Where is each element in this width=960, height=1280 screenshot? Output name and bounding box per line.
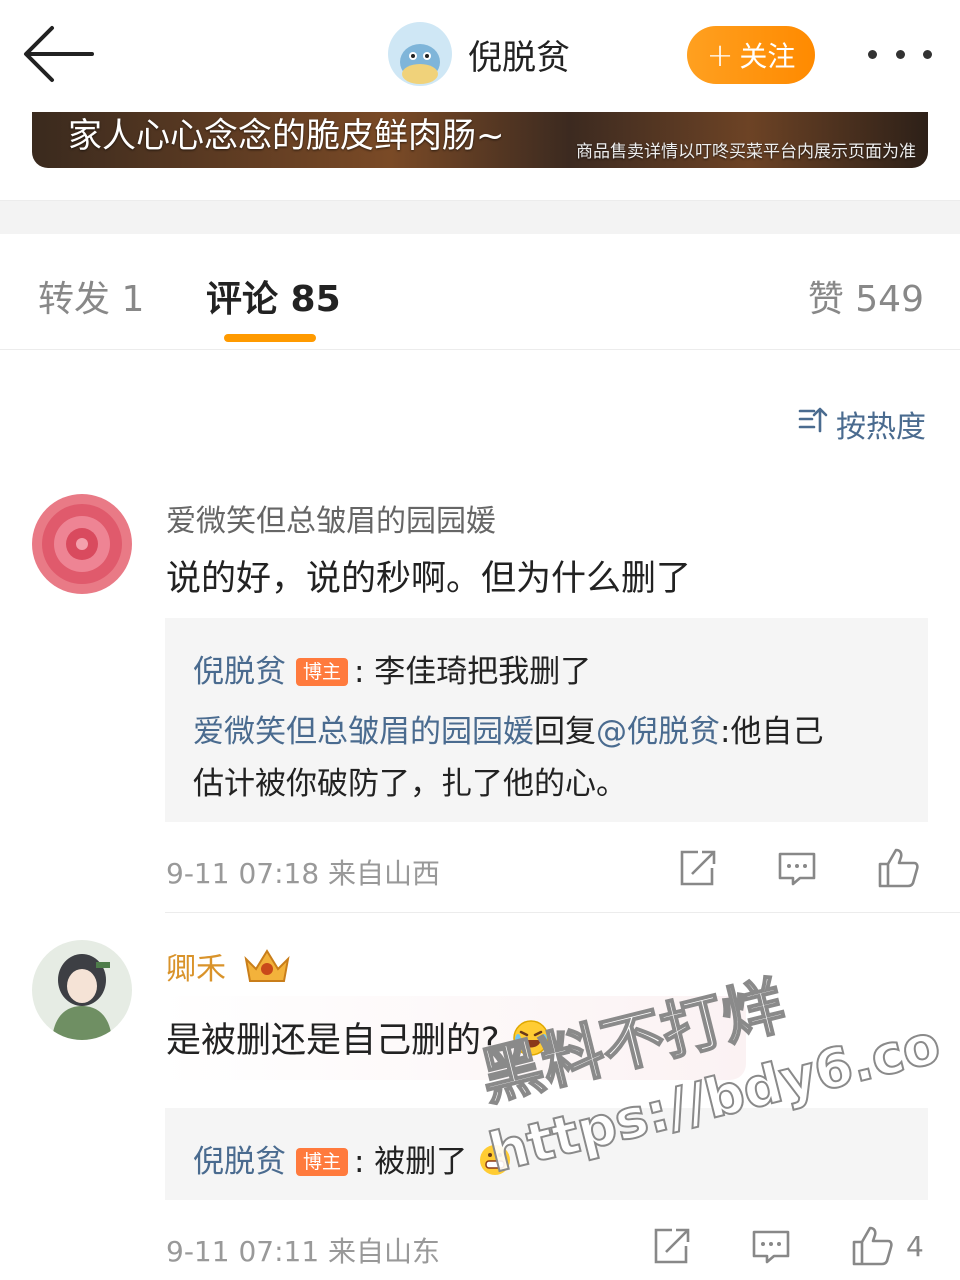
comment-icon[interactable] [750, 1226, 792, 1268]
back-arrow-icon[interactable] [22, 20, 94, 88]
section-divider [0, 200, 960, 234]
profile-header[interactable]: 倪脱贫 [388, 22, 570, 86]
comment-text: 说的好，说的秒啊。但为什么删了 [166, 559, 692, 599]
follow-label: 关注 [739, 40, 796, 73]
interaction-tabs: 转发 1 评论 85 赞 549 [0, 234, 960, 350]
laugh-cry-emoji-icon [511, 1020, 551, 1061]
author-badge: 博主 [296, 658, 348, 686]
banner-disclaimer: 商品售卖详情以叮咚买菜平台内展示页面为准 [576, 142, 916, 162]
reply-item: 倪脱贫 博主: 被删了 [193, 1136, 513, 1181]
reply-text-continued: 估计被你破防了，扎了他的心。 [193, 766, 627, 802]
comment-meta: 9-11 07:18 来自山西 [166, 857, 441, 890]
top-bar: 倪脱贫 + 关注 [0, 0, 960, 112]
reply-user[interactable]: 倪脱贫 [193, 1144, 286, 1180]
tab-repost[interactable]: 转发 1 [38, 270, 144, 322]
share-icon[interactable] [650, 1226, 692, 1268]
comment-meta: 9-11 07:11 来自山东 [166, 1235, 441, 1268]
reply-item: 爱微笑但总皱眉的园园媛回复@倪脱贫:他自己 [193, 706, 823, 751]
grin-emoji-icon [477, 1144, 513, 1180]
like-icon[interactable] [850, 1224, 893, 1266]
comment-icon[interactable] [776, 848, 818, 890]
reply-thread[interactable]: 倪脱贫 博主: 李佳琦把我删了 爱微笑但总皱眉的园园媛回复@倪脱贫:他自己 估计被… [165, 618, 928, 822]
sort-icon [798, 405, 828, 443]
commenter-name[interactable]: 爱微笑但总皱眉的园园媛 [166, 496, 496, 540]
reply-user[interactable]: 爱微笑但总皱眉的园园媛 [193, 714, 534, 750]
vip-crown-icon [242, 947, 292, 993]
tab-comment[interactable]: 评论 85 [206, 270, 341, 322]
product-banner[interactable]: 家人心心念念的脆皮鲜肉肠~ 商品售卖详情以叮咚买菜平台内展示页面为准 [32, 112, 928, 168]
commenter-name[interactable]: 卿禾 [166, 952, 226, 987]
reply-text: : 被删了 [354, 1144, 468, 1180]
plus-icon: + [706, 36, 734, 74]
mention-link[interactable]: @倪脱贫 [596, 714, 720, 750]
sort-toggle[interactable]: 按热度 [798, 402, 926, 446]
banner-caption: 家人心心念念的脆皮鲜肉肠~ [68, 116, 505, 156]
follow-button[interactable]: + 关注 [687, 26, 815, 84]
commenter-avatar[interactable] [32, 494, 132, 594]
author-avatar[interactable] [388, 22, 452, 86]
commenter-avatar[interactable] [32, 940, 132, 1040]
reply-text: :他自己 [720, 714, 824, 750]
author-badge: 博主 [296, 1148, 348, 1176]
reply-thread[interactable]: 倪脱贫 博主: 被删了 [165, 1108, 928, 1200]
reply-user[interactable]: 倪脱贫 [193, 654, 286, 690]
comment-text: 是被删还是自己删的? [166, 1012, 551, 1063]
like-icon[interactable] [876, 846, 919, 888]
sort-label: 按热度 [836, 410, 926, 445]
tab-like[interactable]: 赞 549 [808, 270, 924, 322]
share-icon[interactable] [676, 848, 718, 890]
comment-divider [165, 912, 960, 913]
comment-text-body: 是被删还是自己删的? [166, 1021, 500, 1061]
reply-connector: 回复 [534, 714, 596, 750]
active-tab-indicator [224, 334, 316, 342]
more-options-icon[interactable] [868, 44, 932, 64]
author-name[interactable]: 倪脱贫 [468, 30, 570, 79]
commenter-name-vip[interactable]: 卿禾 [166, 944, 292, 993]
reply-text: : 李佳琦把我删了 [354, 654, 592, 690]
reply-item: 倪脱贫 博主: 李佳琦把我删了 [193, 646, 591, 691]
like-count: 4 [906, 1230, 924, 1263]
